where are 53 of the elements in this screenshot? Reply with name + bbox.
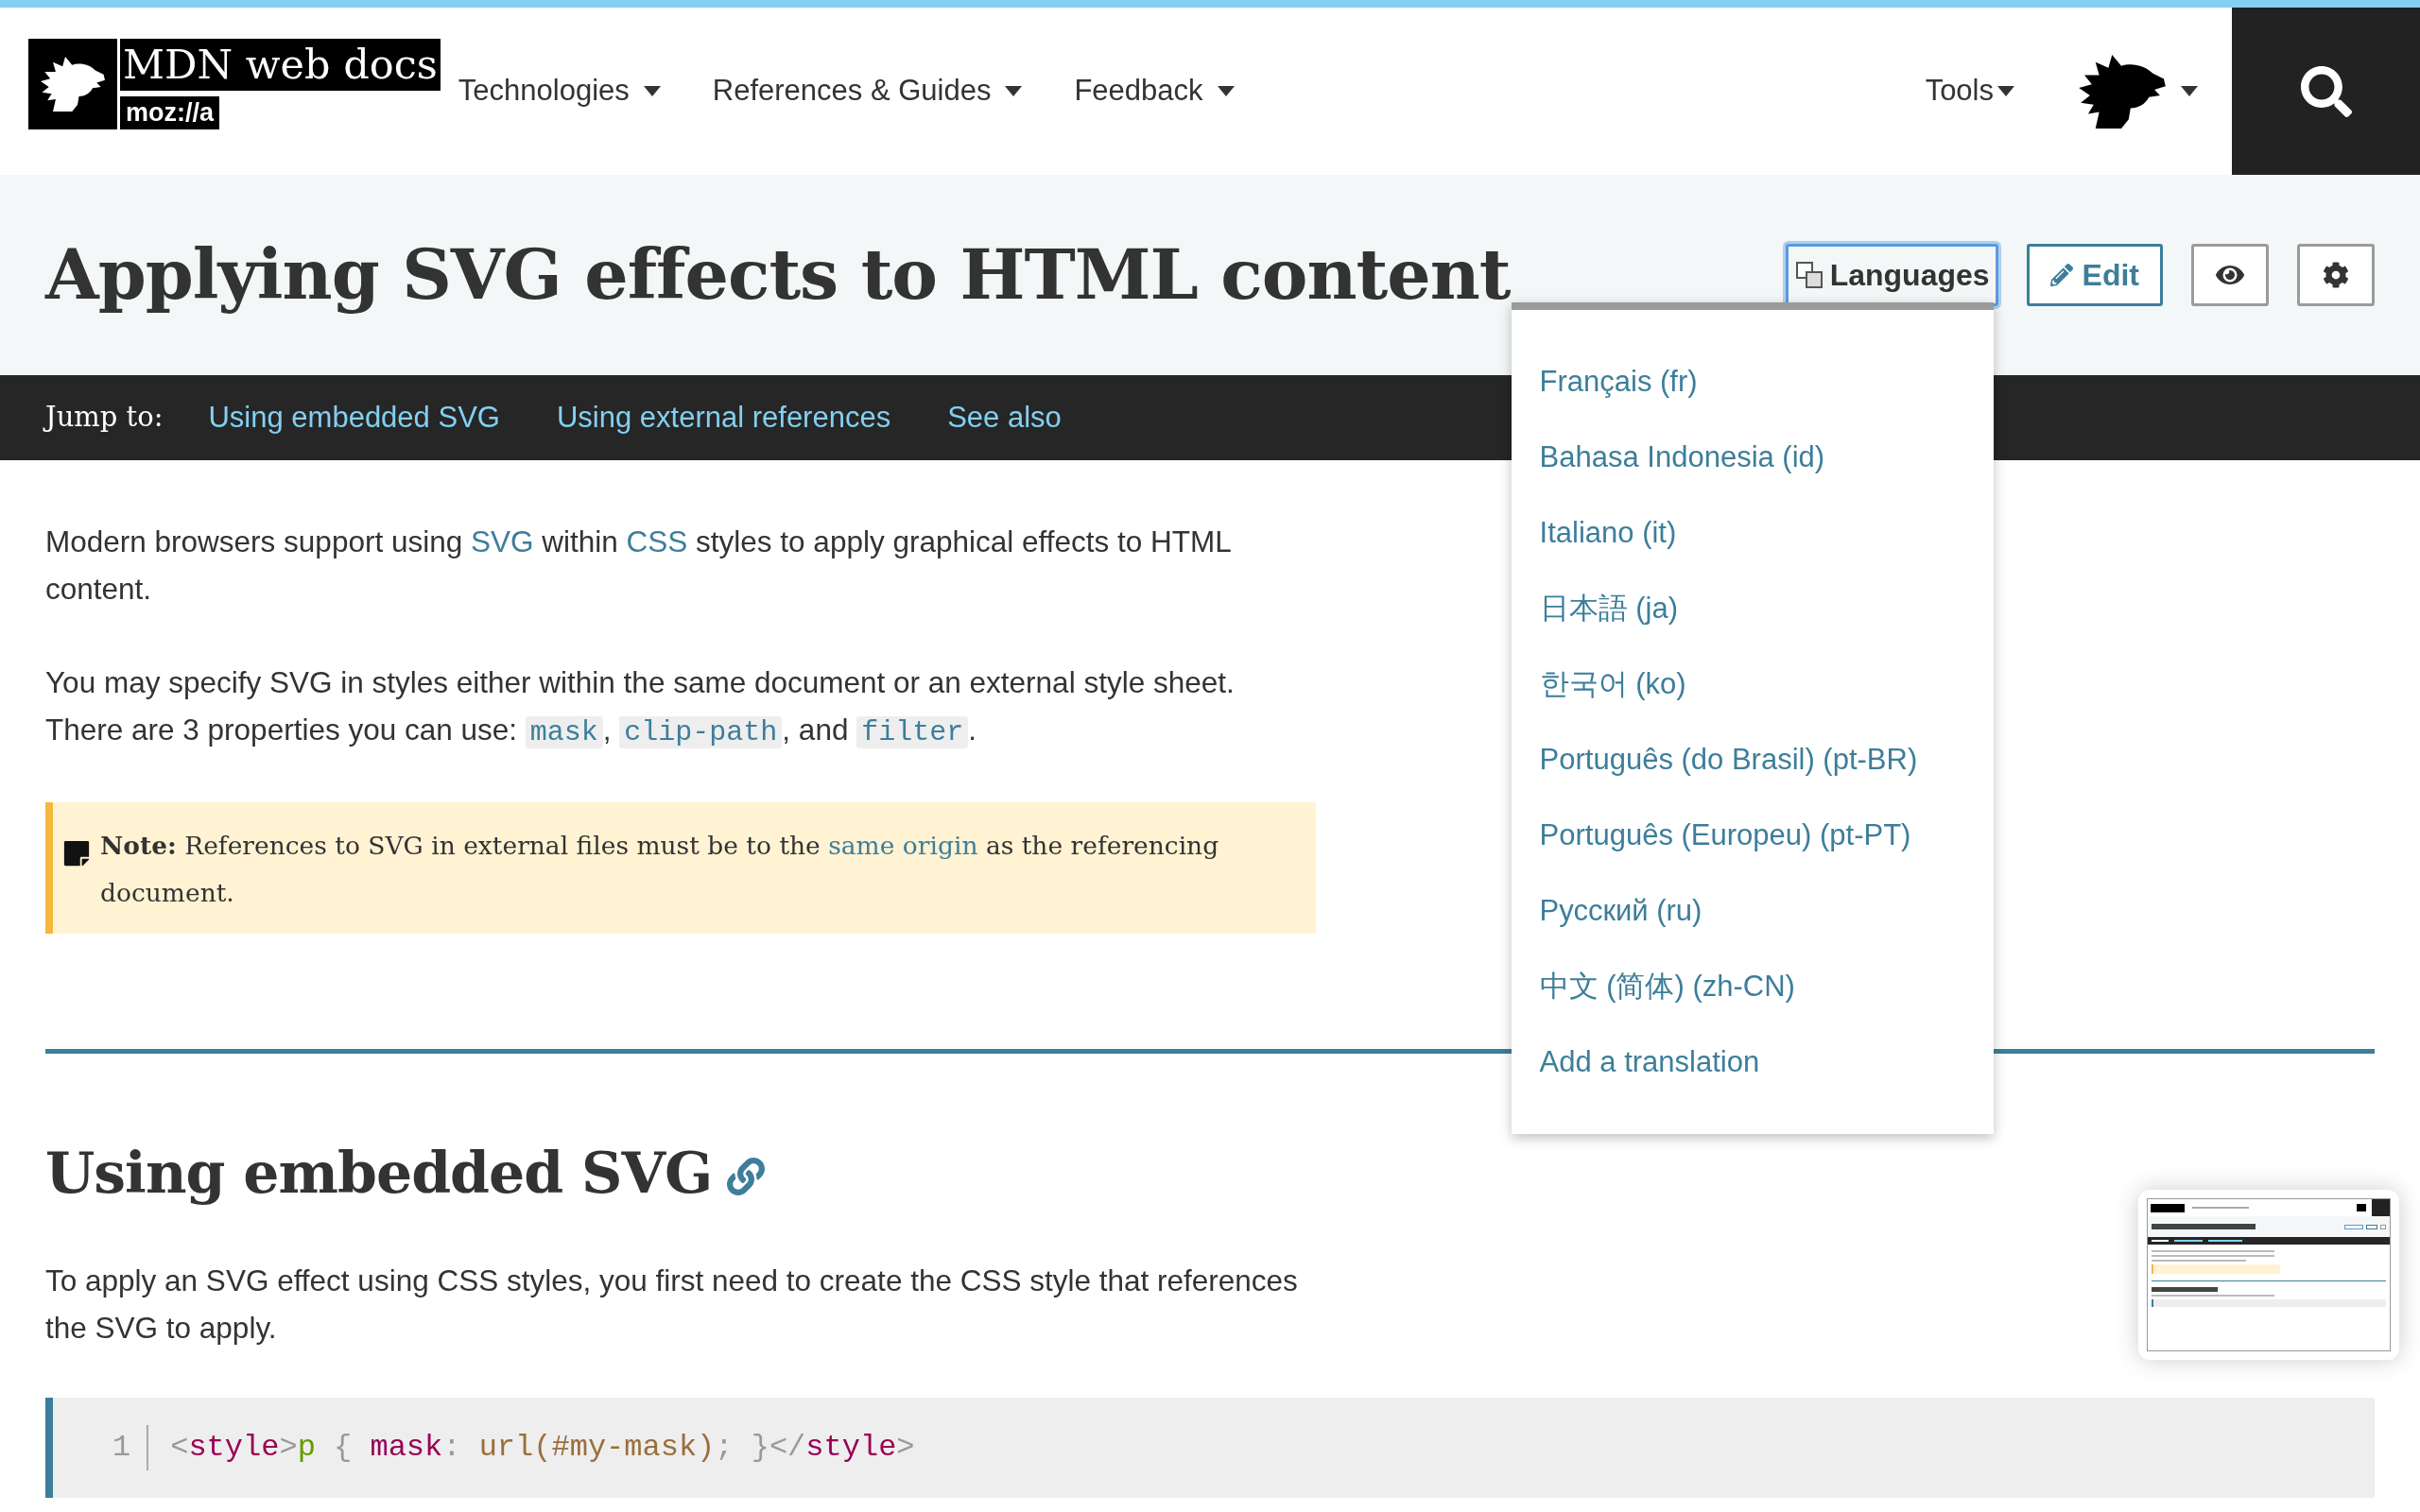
jump-link[interactable]: Using embedded SVG (208, 395, 500, 440)
menu-item[interactable]: Português (Europeu) (pt-PT) (1511, 798, 1994, 873)
languages-button[interactable]: Languages (1785, 244, 1998, 306)
caret-icon (1005, 86, 1023, 96)
menu-item[interactable]: 中文 (简体) (zh-CN) (1511, 949, 1994, 1024)
menu-item[interactable]: Português (do Brasil) (pt-BR) (1511, 722, 1994, 798)
search-button[interactable] (2232, 8, 2420, 175)
menu-item[interactable]: 한국어 (ko) (1511, 646, 1994, 722)
inline-code: clip-path (619, 716, 783, 748)
menu-item[interactable]: Italiano (it) (1511, 495, 1994, 571)
nav-menu-button[interactable]: References & Guides (712, 69, 1023, 113)
link-icon[interactable] (727, 1158, 766, 1195)
menu-item[interactable]: 日本語 (ja) (1511, 571, 1994, 646)
link[interactable]: SVG (470, 524, 534, 558)
tools-menu-button[interactable]: Tools (1925, 69, 2014, 113)
settings-button[interactable] (2297, 244, 2375, 306)
pencil-icon (2049, 264, 2073, 286)
link[interactable]: CSS (626, 524, 688, 558)
settings-icon (2323, 262, 2349, 288)
note-text: Note: References to SVG in external files must be to the same origin as the referencing document. (100, 830, 1220, 909)
caret-icon (2181, 86, 2198, 96)
section-heading: Using embedded SVG (45, 1139, 713, 1208)
overlapping-squares-icon (1795, 262, 1823, 288)
menu-item[interactable]: Add a translation (1511, 1024, 1994, 1100)
nav-menu-button[interactable]: Technologies (458, 69, 661, 113)
jump-link[interactable]: See also (947, 395, 1062, 440)
sticky-note-icon (62, 839, 91, 868)
menu-item[interactable]: Français (fr) (1511, 344, 1994, 420)
inline-code: mask (525, 716, 603, 748)
page-title: Applying SVG effects to HTML content (45, 232, 1511, 318)
logo-tagline[interactable]: moz://a (120, 95, 219, 129)
caret-icon (1217, 86, 1235, 96)
jump-link[interactable]: Using external references (556, 395, 891, 440)
screenshot-thumbnail-drawing[interactable] (2138, 1190, 2399, 1360)
dinosaur-head-icon (2079, 54, 2166, 129)
edit-button[interactable]: Edit (2026, 244, 2163, 306)
caret-icon (1997, 86, 2014, 96)
search-icon (2300, 65, 2352, 117)
inline-code: filter (856, 716, 969, 748)
menu-item[interactable]: Русский (ru) (1511, 873, 1994, 949)
link[interactable]: same origin (828, 831, 978, 860)
line-number: 1 (112, 1429, 131, 1467)
paragraph: You may specify SVG in styles either within the same document or an external style sheet. There are 3 properties you can use: mask, clip-path, and filter. (45, 664, 1236, 750)
code-line: <style>p { mask: url(#my-mask); }</style> (170, 1429, 915, 1467)
paragraph: Modern browsers support using SVG within CSS styles to apply graphical effects to HTML content. (45, 524, 1232, 608)
watch-button[interactable] (2191, 244, 2269, 306)
caret-icon (643, 86, 661, 96)
dinosaur-logo-icon[interactable] (28, 38, 117, 129)
menu-item[interactable]: Bahasa Indonesia (id) (1511, 420, 1994, 495)
logo-wordmark[interactable]: MDN web docs (120, 38, 441, 91)
paragraph: To apply an SVG effect using CSS styles, you first need to create the CSS style that references the SVG to apply. (45, 1263, 1299, 1347)
user-menu-button[interactable] (2079, 54, 2198, 129)
nav-menu-button[interactable]: Feedback (1074, 69, 1235, 113)
